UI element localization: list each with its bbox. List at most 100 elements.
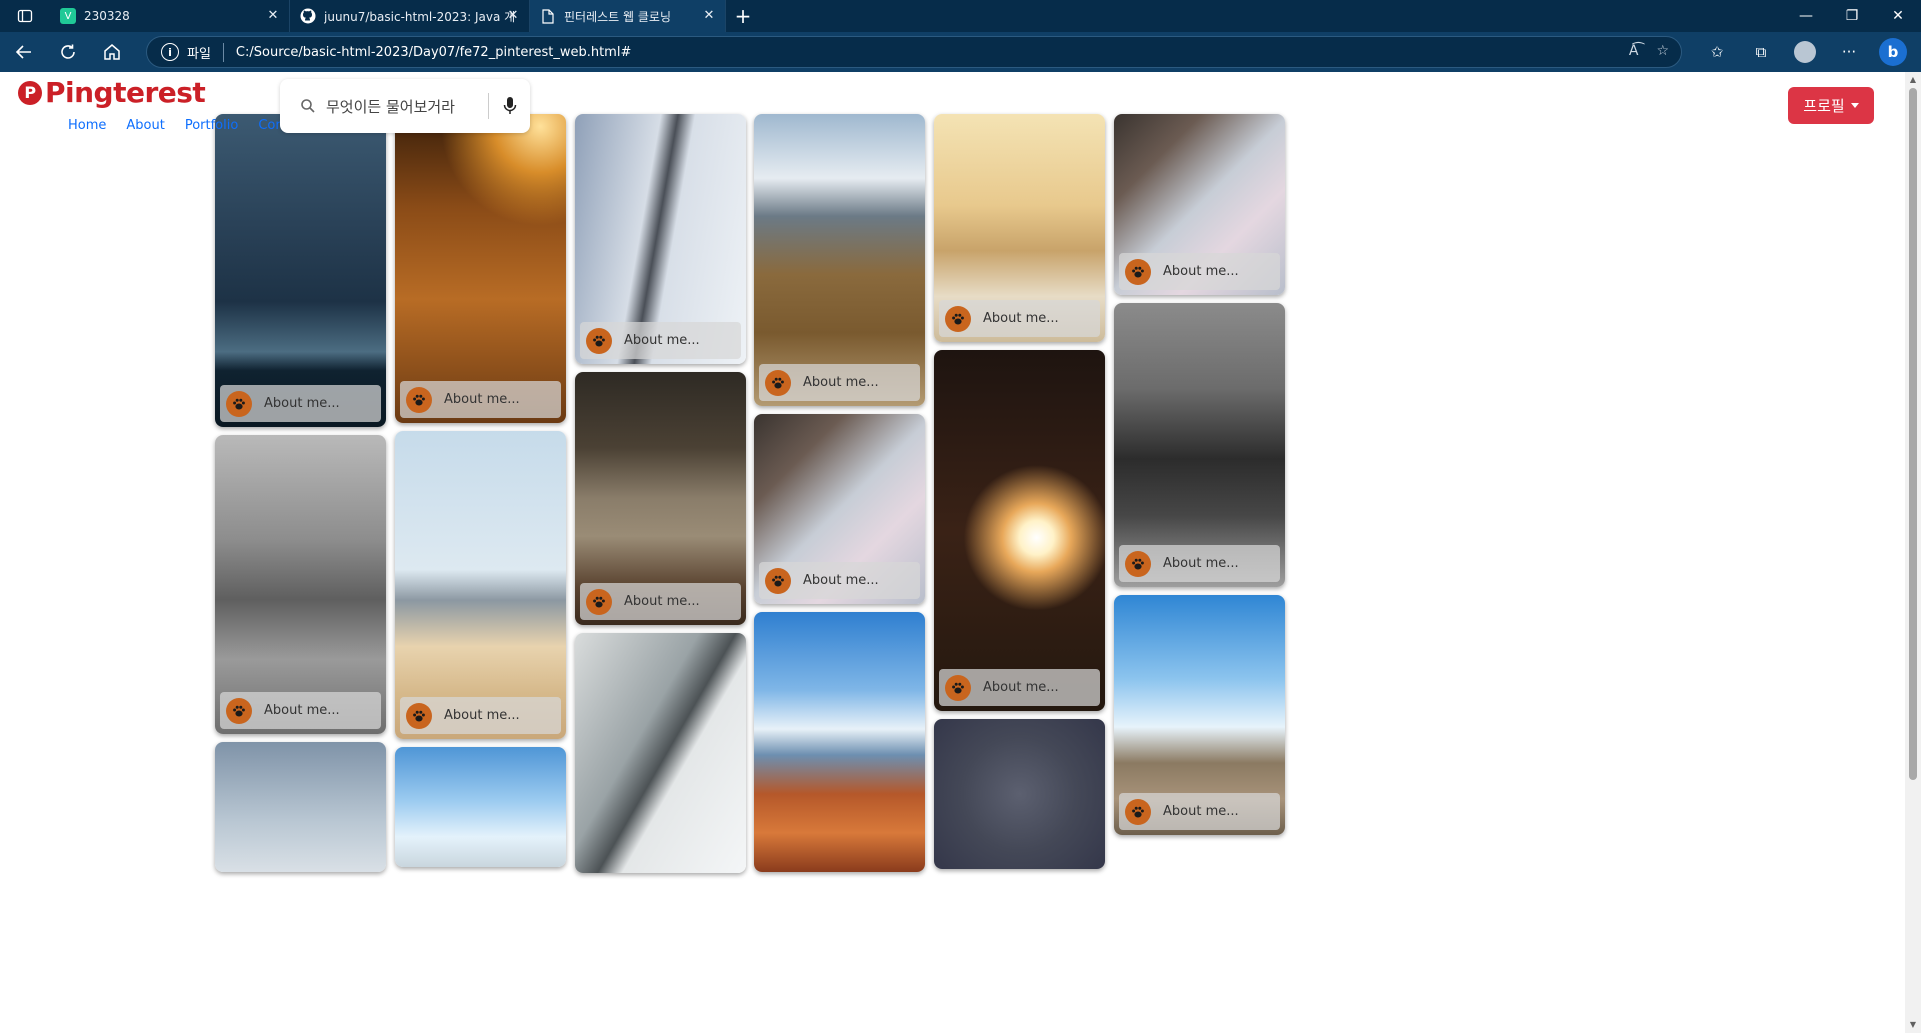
card-caption-text[interactable]: About me... [1163, 804, 1239, 819]
card-caption-text[interactable]: About me... [983, 680, 1059, 695]
pin-card[interactable] [215, 742, 386, 872]
pin-card[interactable]: About me... [754, 114, 925, 406]
paw-icon[interactable] [586, 327, 612, 354]
minimize-icon[interactable]: — [1783, 0, 1829, 32]
profile-button-label: 프로필 [1803, 97, 1845, 115]
paw-icon[interactable] [1125, 258, 1151, 285]
paw-icon[interactable] [226, 390, 252, 417]
search-box[interactable]: 무엇이든 물어보거라 [280, 79, 530, 133]
close-tab-icon[interactable]: ✕ [265, 8, 281, 24]
card-caption-bar: About me... [939, 300, 1100, 337]
pin-card[interactable]: About me... [575, 372, 746, 625]
tab-title: 230328 [84, 9, 130, 23]
paw-icon[interactable] [406, 386, 432, 413]
card-caption-bar: About me... [400, 381, 561, 418]
pin-card[interactable]: About me... [754, 414, 925, 604]
pin-card[interactable]: About me... [215, 435, 386, 734]
pin-card[interactable]: About me... [395, 431, 566, 739]
paw-icon[interactable] [406, 702, 432, 729]
close-tab-icon[interactable]: ✕ [701, 8, 717, 24]
card-caption-text[interactable]: About me... [624, 333, 700, 348]
card-caption-text[interactable]: About me... [1163, 556, 1239, 571]
pin-card[interactable] [395, 747, 566, 867]
window-controls: — ❐ ✕ [1783, 0, 1921, 32]
back-icon[interactable] [4, 32, 44, 72]
paw-icon[interactable] [226, 697, 252, 724]
paw-icon[interactable] [765, 369, 791, 396]
card-caption-text[interactable]: About me... [444, 708, 520, 723]
paw-icon[interactable] [945, 305, 971, 332]
search-input[interactable]: 무엇이든 물어보거라 [326, 96, 455, 117]
card-caption-bar: About me... [759, 562, 920, 599]
pin-card[interactable]: About me... [395, 114, 566, 423]
card-caption-bar: About me... [1119, 545, 1280, 582]
favorite-star-icon[interactable]: ☆ [1656, 43, 1669, 59]
profile-avatar-icon[interactable] [1787, 36, 1823, 68]
card-caption-bar: About me... [580, 322, 741, 359]
tab-actions-icon[interactable] [0, 0, 50, 32]
logo-text: Pingterest [45, 76, 206, 109]
microphone-icon[interactable] [502, 96, 518, 116]
refresh-icon[interactable] [48, 32, 88, 72]
scrollbar-thumb[interactable] [1909, 88, 1917, 780]
browser-tab[interactable]: V 230328 ✕ [50, 0, 290, 32]
more-options-icon[interactable]: ··· [1831, 36, 1867, 68]
card-caption-text[interactable]: About me... [983, 311, 1059, 326]
card-caption-text[interactable]: About me... [803, 573, 879, 588]
read-aloud-icon[interactable]: A͡ [1629, 43, 1639, 59]
card-caption-bar: About me... [400, 697, 561, 734]
vertical-scrollbar[interactable]: ▲ ▼ [1905, 72, 1921, 1033]
info-icon[interactable]: i [161, 43, 179, 61]
new-tab-icon[interactable]: + [726, 0, 760, 32]
card-caption-text[interactable]: About me... [624, 594, 700, 609]
url-text[interactable]: C:/Source/basic-html-2023/Day07/fe72_pin… [236, 45, 631, 60]
browser-tab-active[interactable]: 핀터레스트 웹 클로닝 ✕ [530, 0, 726, 32]
browser-tab[interactable]: juunu7/basic-html-2023: Java 개 ✕ [290, 0, 530, 32]
close-tab-icon[interactable]: ✕ [505, 8, 521, 24]
scroll-up-icon[interactable]: ▲ [1908, 75, 1918, 85]
paw-icon[interactable] [765, 567, 791, 594]
pin-card[interactable]: About me... [934, 350, 1105, 711]
search-icon [301, 99, 315, 113]
paw-icon[interactable] [1125, 550, 1151, 577]
search-divider [488, 93, 489, 119]
pin-card[interactable]: About me... [934, 114, 1105, 342]
pin-card[interactable]: About me... [1114, 114, 1285, 295]
pin-card[interactable] [754, 612, 925, 872]
pin-card[interactable] [934, 719, 1105, 869]
card-caption-bar: About me... [1119, 253, 1280, 290]
pin-card[interactable]: About me... [215, 114, 386, 427]
card-caption-bar: About me... [220, 385, 381, 422]
pin-card[interactable]: About me... [1114, 595, 1285, 835]
bing-chat-icon[interactable]: b [1875, 36, 1911, 68]
page-icon [540, 8, 556, 24]
paw-icon[interactable] [1125, 798, 1151, 825]
paw-icon[interactable] [586, 588, 612, 615]
toolbar-icons: ✩ ⧉ ··· b [1699, 36, 1911, 68]
card-caption-text[interactable]: About me... [1163, 264, 1239, 279]
restore-icon[interactable]: ❐ [1829, 0, 1875, 32]
collections-icon[interactable]: ⧉ [1743, 36, 1779, 68]
scroll-down-icon[interactable]: ▼ [1908, 1020, 1918, 1030]
card-caption-bar: About me... [759, 364, 920, 401]
file-scheme-label: 파일 [187, 42, 224, 62]
pinterest-p-icon: P [18, 80, 42, 105]
pin-card[interactable]: About me... [1114, 303, 1285, 587]
pin-card[interactable] [575, 633, 746, 873]
favorites-icon[interactable]: ✩ [1699, 36, 1735, 68]
card-caption-text[interactable]: About me... [444, 392, 520, 407]
nav-portfolio[interactable]: Portfolio [185, 118, 238, 133]
url-omnibox[interactable]: i 파일 C:/Source/basic-html-2023/Day07/fe7… [146, 36, 1682, 68]
nav-home[interactable]: Home [68, 118, 106, 133]
close-window-icon[interactable]: ✕ [1875, 0, 1921, 32]
card-caption-text[interactable]: About me... [264, 703, 340, 718]
nav-about[interactable]: About [126, 118, 164, 133]
main-nav: Home About Portfolio Contact [68, 118, 309, 133]
card-caption-text[interactable]: About me... [264, 396, 340, 411]
home-icon[interactable] [92, 32, 132, 72]
profile-dropdown-button[interactable]: 프로필 [1788, 87, 1874, 124]
card-caption-text[interactable]: About me... [803, 375, 879, 390]
pin-card[interactable]: About me... [575, 114, 746, 364]
site-logo[interactable]: P Pingterest [18, 76, 206, 109]
paw-icon[interactable] [945, 674, 971, 701]
